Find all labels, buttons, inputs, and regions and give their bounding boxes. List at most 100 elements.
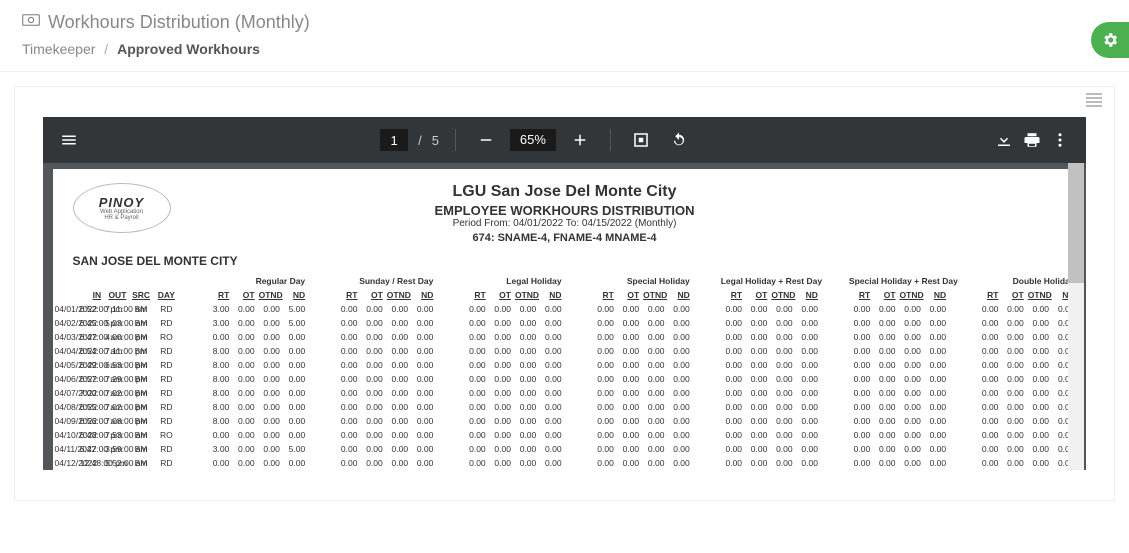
hours-cell: 0.00 bbox=[719, 372, 744, 386]
hours-cell: 0.00 bbox=[744, 428, 769, 442]
hours-cell: 0.00 bbox=[462, 400, 487, 414]
hours-cell: 0.00 bbox=[923, 372, 948, 386]
in-cell: 6:54:00 am bbox=[78, 344, 103, 358]
hours-cell: 0.00 bbox=[1026, 442, 1051, 456]
hours-cell: 0.00 bbox=[410, 316, 435, 330]
hours-cell: 0.00 bbox=[359, 372, 384, 386]
in-cell: 6:45:00 pm bbox=[78, 316, 103, 330]
table-row: 04/08/20226:55:00 am7:02:00 pmBMRD8.000.… bbox=[53, 400, 1077, 414]
hours-cell: 0.00 bbox=[591, 442, 616, 456]
hours-cell: 0.00 bbox=[795, 372, 820, 386]
zoom-out-icon[interactable] bbox=[472, 126, 500, 154]
hours-cell: 0.00 bbox=[231, 456, 256, 470]
day-cell: RD bbox=[154, 414, 179, 428]
out-cell: 4:00:00 pm bbox=[103, 330, 128, 344]
hours-cell: 0.00 bbox=[872, 400, 897, 414]
out-cell: 3:59:00 am bbox=[103, 442, 128, 456]
hours-cell: 0.00 bbox=[1026, 358, 1051, 372]
hours-cell: 0.00 bbox=[975, 330, 1000, 344]
hours-cell: 0.00 bbox=[975, 302, 1000, 316]
more-icon[interactable] bbox=[1046, 126, 1074, 154]
hours-cell: 0.00 bbox=[591, 372, 616, 386]
list-view-icon[interactable] bbox=[1086, 93, 1102, 112]
hours-cell: 0.00 bbox=[923, 302, 948, 316]
hours-cell: 8.00 bbox=[206, 414, 231, 428]
hours-cell: 0.00 bbox=[410, 386, 435, 400]
hours-cell: 0.00 bbox=[769, 344, 794, 358]
hours-cell: 0.00 bbox=[462, 442, 487, 456]
out-cell: 7:11:00 am bbox=[103, 302, 128, 316]
hours-cell: 8.00 bbox=[206, 344, 231, 358]
hours-cell: 0.00 bbox=[847, 372, 872, 386]
hours-cell: 0.00 bbox=[385, 442, 410, 456]
hours-cell: 0.00 bbox=[462, 414, 487, 428]
hours-cell: 0.00 bbox=[719, 358, 744, 372]
date-cell: 04/03/2022 bbox=[53, 330, 78, 344]
hours-cell: 0.00 bbox=[744, 372, 769, 386]
day-cell: RD bbox=[154, 372, 179, 386]
zoom-in-icon[interactable] bbox=[566, 126, 594, 154]
hours-cell: 0.00 bbox=[488, 428, 513, 442]
hours-cell: 0.00 bbox=[462, 302, 487, 316]
print-icon[interactable] bbox=[1018, 126, 1046, 154]
hours-cell: 0.00 bbox=[795, 442, 820, 456]
out-cell: 7:11:00 pm bbox=[103, 344, 128, 358]
pdf-scrollbar-thumb[interactable] bbox=[1068, 163, 1084, 283]
hours-cell: 0.00 bbox=[898, 316, 923, 330]
hours-cell: 0.00 bbox=[641, 400, 666, 414]
hours-cell: 0.00 bbox=[898, 456, 923, 470]
hours-cell: 0.00 bbox=[898, 442, 923, 456]
hours-cell: 0.00 bbox=[282, 456, 307, 470]
hours-cell: 0.00 bbox=[872, 442, 897, 456]
hours-cell: 0.00 bbox=[923, 456, 948, 470]
hours-cell: 0.00 bbox=[769, 400, 794, 414]
hours-cell: 0.00 bbox=[744, 316, 769, 330]
hours-cell: 0.00 bbox=[257, 330, 282, 344]
hours-cell: 0.00 bbox=[334, 428, 359, 442]
hours-cell: 0.00 bbox=[769, 330, 794, 344]
settings-fab[interactable] bbox=[1091, 22, 1129, 58]
hours-cell: 0.00 bbox=[641, 330, 666, 344]
fit-page-icon[interactable] bbox=[627, 126, 655, 154]
hours-cell: 0.00 bbox=[1000, 456, 1025, 470]
hours-cell: 0.00 bbox=[1000, 358, 1025, 372]
hours-cell: 0.00 bbox=[666, 316, 691, 330]
hours-cell: 0.00 bbox=[1026, 302, 1051, 316]
hours-cell: 8.00 bbox=[206, 386, 231, 400]
hours-cell: 0.00 bbox=[410, 428, 435, 442]
hours-cell: 0.00 bbox=[359, 330, 384, 344]
in-cell: 6:56:00 am bbox=[78, 414, 103, 428]
page-number-input[interactable] bbox=[380, 129, 408, 151]
hours-cell: 0.00 bbox=[1026, 330, 1051, 344]
date-cell: 04/07/2022 bbox=[53, 386, 78, 400]
hours-cell: 0.00 bbox=[385, 330, 410, 344]
group-header: Legal Holiday bbox=[462, 274, 563, 288]
hours-cell: 0.00 bbox=[488, 414, 513, 428]
table-row: 04/09/20226:56:00 am7:08:00 pmBMRD8.000.… bbox=[53, 414, 1077, 428]
doc-employee: 674: SNAME-4, FNAME-4 MNAME-4 bbox=[171, 232, 959, 244]
hours-cell: 0.00 bbox=[359, 316, 384, 330]
hours-cell: 0.00 bbox=[744, 358, 769, 372]
hours-cell: 0.00 bbox=[410, 358, 435, 372]
in-cell: 6:49:00 am bbox=[78, 358, 103, 372]
hours-cell: 0.00 bbox=[872, 316, 897, 330]
date-cell: 04/04/2022 bbox=[53, 344, 78, 358]
table-row: 04/06/20226:57:00 am7:29:00 pmBMRD8.000.… bbox=[53, 372, 1077, 386]
hours-cell: 0.00 bbox=[513, 414, 538, 428]
hours-cell: 0.00 bbox=[975, 400, 1000, 414]
hours-cell: 0.00 bbox=[769, 358, 794, 372]
menu-icon[interactable] bbox=[55, 126, 83, 154]
hours-cell: 0.00 bbox=[847, 330, 872, 344]
rotate-icon[interactable] bbox=[665, 126, 693, 154]
day-cell: RD bbox=[154, 358, 179, 372]
hours-cell: 0.00 bbox=[410, 330, 435, 344]
hours-cell: 0.00 bbox=[616, 316, 641, 330]
out-cell: 7:02:00 pm bbox=[103, 400, 128, 414]
hours-cell: 0.00 bbox=[334, 400, 359, 414]
hours-cell: 0.00 bbox=[898, 344, 923, 358]
hours-cell: 0.00 bbox=[975, 316, 1000, 330]
hours-cell: 0.00 bbox=[282, 372, 307, 386]
hours-cell: 0.00 bbox=[666, 386, 691, 400]
breadcrumb-root[interactable]: Timekeeper bbox=[22, 41, 95, 57]
download-icon[interactable] bbox=[990, 126, 1018, 154]
